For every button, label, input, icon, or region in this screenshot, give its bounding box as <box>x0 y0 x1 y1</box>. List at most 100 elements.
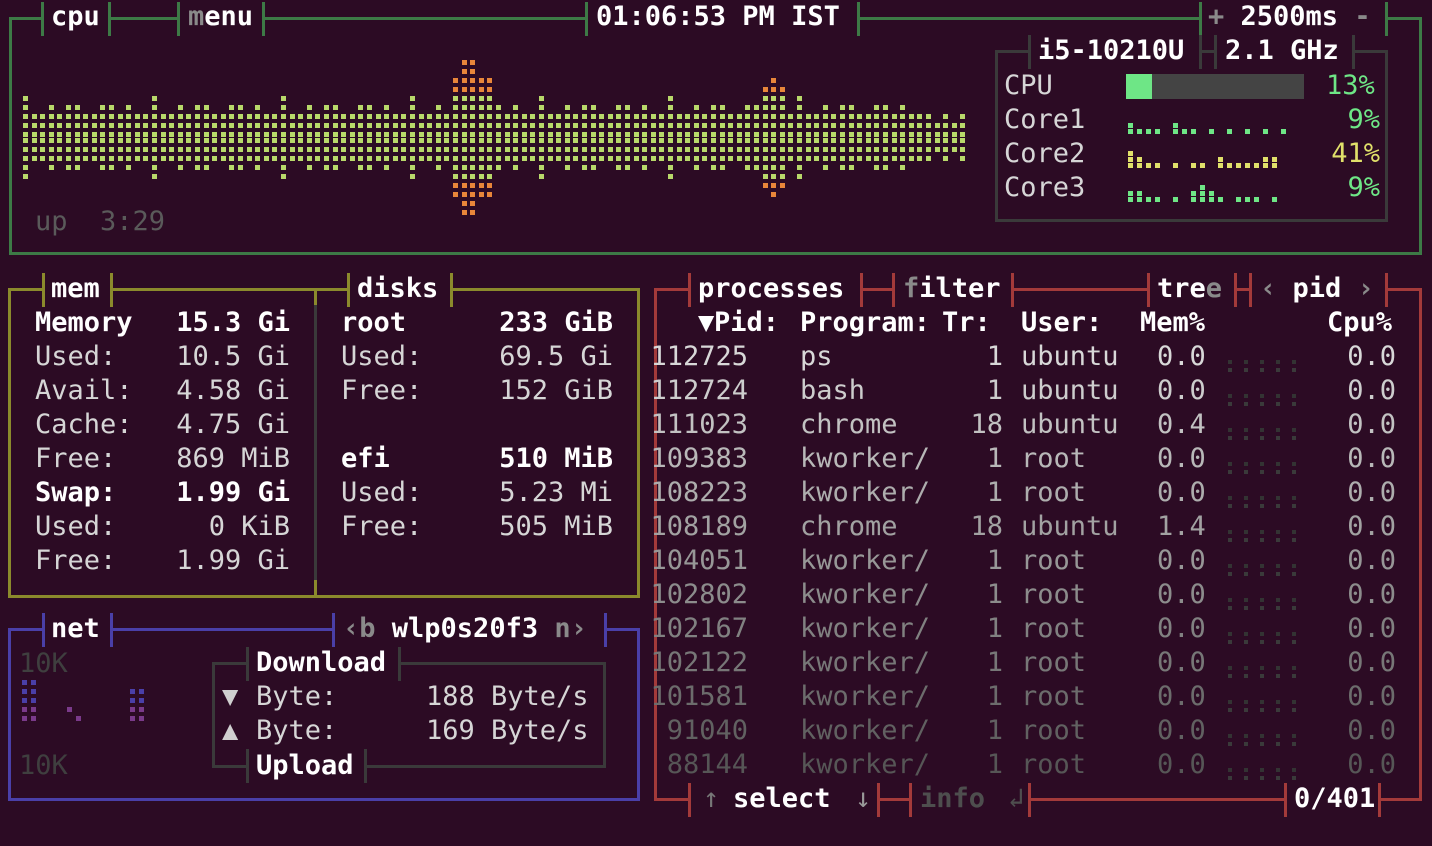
net-graph-dot <box>31 689 36 694</box>
graph-dot <box>1128 157 1133 162</box>
process-row[interactable]: 112724 bash 1 ubuntu 0.0 0.0 <box>650 374 1420 408</box>
graph-dot <box>1244 632 1248 636</box>
graph-dot <box>1272 163 1277 168</box>
cpu-graph-dot <box>771 138 777 143</box>
cpu-graph-dot <box>616 156 622 161</box>
cpu-graph-dot <box>298 156 304 161</box>
cpu-graph-dot <box>513 123 519 128</box>
border <box>398 662 606 665</box>
process-mem: 0.0 <box>1157 545 1206 576</box>
cpu-graph-dot <box>109 138 114 143</box>
graph-dot <box>1228 776 1232 780</box>
process-row[interactable]: 112725 ps 1 ubuntu 0.0 0.0 <box>650 340 1420 374</box>
cpu-graph-dot <box>126 165 132 170</box>
cpu-graph-dot <box>771 96 777 101</box>
prev-interface-button[interactable]: ‹b <box>343 613 376 644</box>
cpu-graph-dot <box>66 156 71 161</box>
cpu-graph-dot <box>134 138 140 143</box>
process-user: ubuntu <box>1021 375 1119 406</box>
cpu-graph-dot <box>779 87 785 92</box>
select-down-icon[interactable]: ↓ <box>855 782 871 816</box>
cpu-graph-dot <box>736 114 742 119</box>
graph-dot <box>1292 538 1296 542</box>
graph-dot <box>1244 708 1248 712</box>
graph-dot <box>1292 470 1296 474</box>
cpu-graph-dot <box>246 156 252 161</box>
cpu-graph-dot <box>590 165 596 170</box>
graph-dot <box>1137 163 1142 168</box>
cpu-graph-dot <box>590 123 596 128</box>
process-row[interactable]: 102167 kworker/1 root 0.0 0.0 <box>650 612 1420 646</box>
cpu-graph-dot <box>74 123 80 128</box>
process-row[interactable]: 111023 chrome 18 ubuntu 0.4 0.0 <box>650 408 1420 444</box>
cpu-graph-dot <box>160 138 166 143</box>
process-row[interactable]: 88144 kworker/1 root 0.0 0.0 <box>660 748 1420 782</box>
process-program: kworker/ <box>800 545 931 576</box>
cpu-graph-dot <box>797 138 802 143</box>
cpu-graph-dot <box>66 105 71 110</box>
mem-stat-value: 1.99 Gi <box>176 477 290 508</box>
net-graph-dot <box>22 689 27 694</box>
cpu-graph-dot <box>659 132 665 137</box>
graph-dot <box>1260 504 1264 508</box>
cpu-graph-dot <box>857 138 863 143</box>
cpu-graph-dot <box>771 78 777 83</box>
column-header-program[interactable]: Program: <box>800 306 930 340</box>
cpu-graph-dot <box>762 87 768 92</box>
cpu-graph-dot <box>461 183 467 188</box>
filter-button[interactable]: filter <box>903 272 1001 306</box>
cpu-graph-dot <box>564 165 570 170</box>
process-row[interactable]: 109383 kworker/1 root 0.0 0.0 <box>650 442 1420 476</box>
graph-dot <box>1244 564 1248 568</box>
cpu-graph-dot <box>633 147 639 152</box>
process-row[interactable]: 91040 kworker/1 root 0.0 0.0 <box>660 714 1420 748</box>
info-button[interactable]: info <box>920 782 985 816</box>
cpu-graph-dot <box>934 138 940 143</box>
cpu-graph-dot <box>917 156 923 161</box>
cpu-graph-dot <box>668 132 673 137</box>
cpu-graph-dot <box>754 147 759 152</box>
column-header-mem[interactable]: Mem% <box>1140 306 1205 340</box>
process-row[interactable]: 102122 kworker/1 root 0.0 0.0 <box>650 646 1420 680</box>
cpu-graph-dot <box>427 138 433 143</box>
tree-toggle[interactable]: tree <box>1157 272 1222 306</box>
graph-dot <box>1260 632 1264 636</box>
graph-dot <box>1244 742 1248 746</box>
cpu-graph-dot <box>40 147 46 152</box>
interval-increase-button[interactable]: + <box>1208 1 1224 32</box>
column-header-cpu[interactable]: Cpu% <box>1327 306 1392 340</box>
column-header-threads[interactable]: Tr: <box>942 306 991 340</box>
interval-decrease-button[interactable]: - <box>1354 1 1370 32</box>
graph-dot <box>1260 666 1264 670</box>
process-cpu-graph <box>1228 492 1308 512</box>
cpu-graph-dot <box>212 156 218 161</box>
column-header-user[interactable]: User: <box>1021 306 1102 340</box>
cpu-graph-dot <box>659 156 665 161</box>
process-row[interactable]: 104051 kworker/1 root 0.0 0.0 <box>650 544 1420 578</box>
cpu-graph-dot <box>573 147 579 152</box>
sort-next-button[interactable]: › <box>1358 273 1374 304</box>
cpu-graph-dot <box>693 156 699 161</box>
cpu-graph-dot <box>496 147 501 152</box>
cpu-graph-dot <box>332 147 338 152</box>
graph-dot <box>1244 538 1248 542</box>
process-row[interactable]: 108223 kworker/1 root 0.0 0.0 <box>650 476 1420 512</box>
cpu-graph-dot <box>831 132 837 137</box>
cpu-graph-dot <box>384 123 390 128</box>
cpu-graph-dot <box>788 114 794 119</box>
process-row[interactable]: 102802 kworker/1 root 0.0 0.0 <box>650 578 1420 612</box>
select-up-icon[interactable]: ↑ <box>703 782 719 816</box>
sort-prev-button[interactable]: ‹ <box>1260 273 1276 304</box>
process-cpu-graph <box>1228 424 1308 444</box>
process-row[interactable]: 108189 chrome 18 ubuntu 1.4 0.0 <box>650 510 1420 544</box>
mem-stat-label: Avail: <box>35 375 133 406</box>
column-header-pid[interactable]: Pid: <box>714 306 779 340</box>
next-interface-button[interactable]: n› <box>554 613 587 644</box>
cpu-graph-dot <box>625 114 630 119</box>
process-row[interactable]: 101581 kworker/1 root 0.0 0.0 <box>650 680 1420 714</box>
menu-button[interactable]: menu <box>188 0 253 34</box>
cpu-graph-dot <box>926 147 931 152</box>
sort-direction-icon[interactable]: ▼ <box>698 306 714 340</box>
graph-dot <box>1200 185 1205 190</box>
cpu-panel-title[interactable]: cpu <box>51 0 100 34</box>
